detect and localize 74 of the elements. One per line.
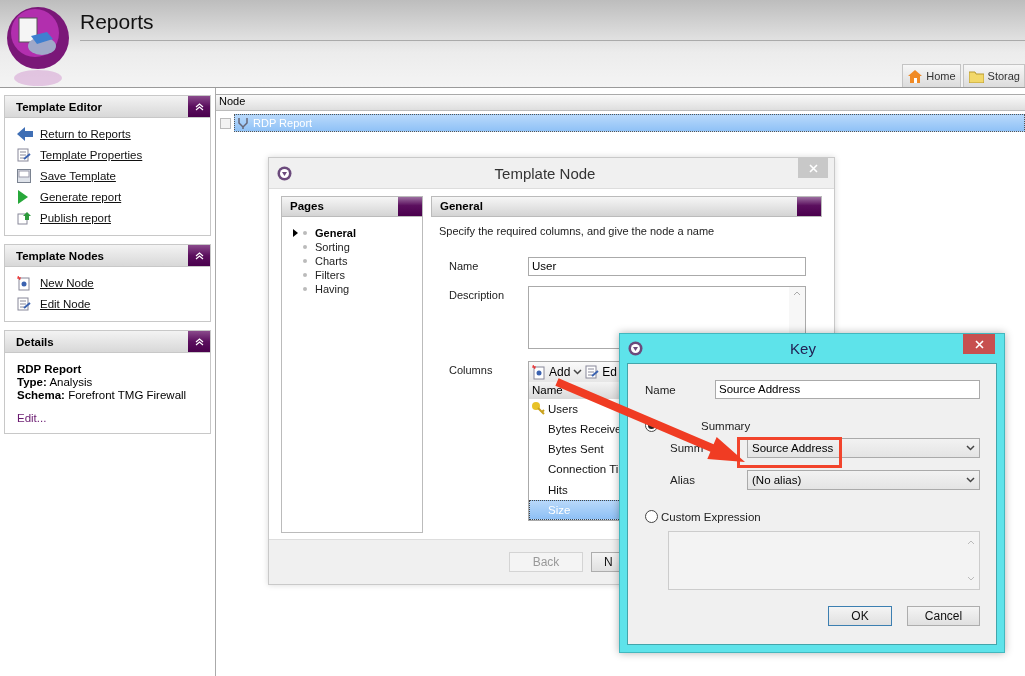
field-label: Columns — [449, 363, 494, 378]
field-label: Alias — [670, 474, 696, 486]
sidebar-link[interactable]: Template Properties — [40, 149, 143, 161]
sidebar-link[interactable]: Save Template — [40, 170, 116, 182]
field-label: Name — [449, 259, 480, 274]
caret-icon — [966, 477, 975, 483]
new-document-icon — [532, 364, 546, 380]
name-field[interactable]: User — [528, 257, 806, 276]
folder-icon — [968, 69, 984, 83]
collapse-icon[interactable] — [194, 337, 204, 346]
column-item[interactable]: Users — [529, 398, 805, 419]
caret-icon — [966, 445, 975, 451]
collapse-icon[interactable] — [194, 102, 204, 111]
document-pencil-icon — [585, 365, 600, 380]
scroll-up-icon — [793, 291, 801, 296]
sidebar-link[interactable]: New Node — [40, 277, 94, 289]
close-icon — [974, 339, 984, 349]
detail-line: Type: Analysis — [17, 376, 94, 388]
node-icon — [237, 117, 249, 129]
play-icon — [17, 190, 29, 204]
page-item[interactable]: Filters — [293, 268, 422, 282]
panel-title: Template Nodes — [15, 249, 104, 264]
section-title: General — [439, 199, 483, 214]
sidebar-link[interactable]: Edit Node — [40, 298, 91, 310]
instructions: Specify the required columns, and give the node a name — [438, 224, 716, 237]
scroll-up-icon — [967, 540, 975, 545]
document-pencil-icon — [17, 148, 31, 162]
alias-dropdown[interactable]: (No alias) — [747, 470, 980, 490]
summary-dropdown[interactable]: Source Address — [747, 438, 980, 458]
dialog-icon — [277, 165, 292, 181]
page-item[interactable]: Sorting — [293, 240, 422, 254]
edit-link[interactable]: Edit... — [17, 412, 198, 424]
scroll-down-icon — [967, 576, 975, 581]
collapse-toggle[interactable] — [188, 245, 210, 266]
expression-field[interactable] — [668, 531, 980, 590]
report-name: RDP Report — [17, 363, 83, 375]
page-item[interactable]: Charts — [293, 254, 422, 268]
column-header: Node — [216, 94, 1025, 111]
close-button[interactable] — [963, 334, 995, 354]
dialog-button[interactable]: OK — [828, 606, 892, 626]
house-icon — [908, 69, 923, 83]
field-label: Description — [449, 288, 506, 303]
nav-tab[interactable]: Home — [902, 64, 961, 87]
field-label: Name — [645, 383, 677, 396]
panel-title: Details — [15, 335, 54, 350]
save-icon — [17, 169, 31, 183]
collapse-toggle[interactable] — [188, 96, 210, 117]
detail-line: Schema: Forefront TMG Firewall — [17, 389, 188, 401]
toolbar-button[interactable]: Add — [532, 364, 583, 380]
document-pencil-icon — [17, 297, 31, 311]
nav-tab[interactable]: Storag — [962, 64, 1025, 87]
back-arrow-icon — [17, 127, 33, 141]
dialog-button[interactable]: Cancel — [907, 606, 980, 626]
dialog-title: Key — [789, 340, 817, 357]
toolbar-button[interactable]: Ed — [585, 365, 618, 380]
page-item[interactable]: Having — [293, 282, 422, 296]
sidebar-link[interactable]: Generate report — [40, 191, 122, 203]
collapse-icon[interactable] — [194, 251, 204, 260]
page-item[interactable]: General — [293, 226, 422, 240]
collapse-toggle[interactable] — [188, 331, 210, 352]
name-field[interactable]: Source Address — [715, 380, 980, 399]
sidebar-link[interactable]: Return to Reports — [40, 128, 131, 140]
radio-option[interactable]: Custom Expression — [645, 510, 761, 523]
caret-icon — [573, 369, 583, 376]
field-label: Summ — [670, 442, 705, 454]
dialog-icon — [628, 341, 643, 356]
panel-title: Template Editor — [15, 100, 103, 115]
close-icon — [808, 163, 818, 173]
section-title: Pages — [289, 199, 324, 214]
dialog-title: Template Node — [493, 164, 597, 182]
sidebar-link[interactable]: Publish report — [40, 212, 111, 224]
new-document-icon — [17, 275, 31, 291]
app-title: Reports — [80, 9, 154, 34]
current-page-icon — [293, 229, 298, 237]
